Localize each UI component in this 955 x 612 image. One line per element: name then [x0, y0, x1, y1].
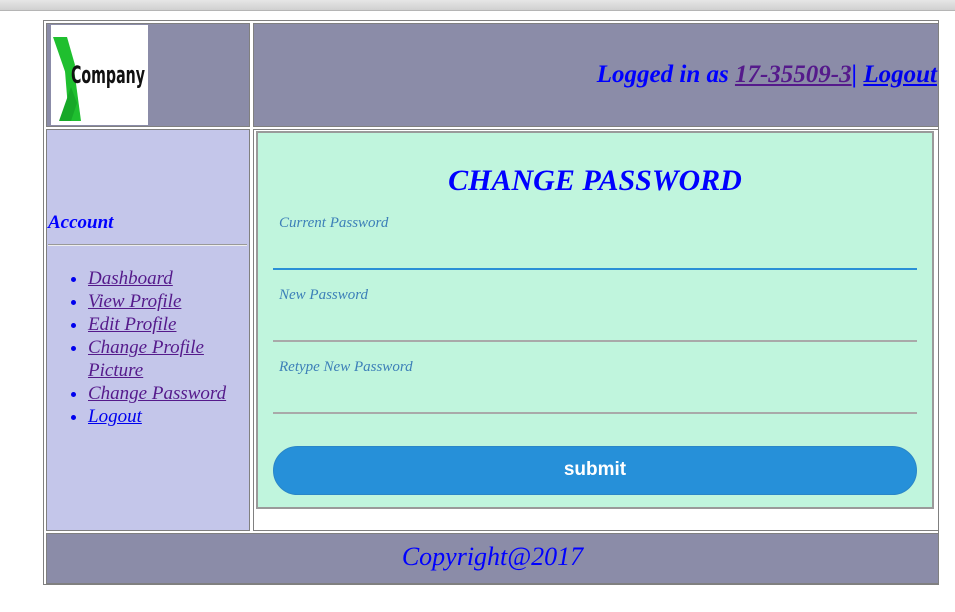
company-logo: Company: [51, 25, 148, 125]
new-password-label: New Password: [279, 287, 369, 303]
login-status: Logged in as 17-35509-3| Logout: [597, 61, 937, 89]
sidebar-item-edit-profile: Edit Profile: [88, 313, 244, 336]
logo-text: Company: [71, 61, 145, 89]
retype-password-input[interactable]: [273, 382, 917, 412]
sidebar-item-view-profile: View Profile: [88, 290, 244, 313]
sidebar-link-change-picture[interactable]: Change Profile Picture: [88, 337, 204, 381]
sidebar-item-dashboard: Dashboard: [88, 267, 244, 290]
form-title: CHANGE PASSWORD: [448, 164, 742, 197]
sidebar-link-dashboard[interactable]: Dashboard: [88, 268, 173, 289]
new-password-underline: [273, 340, 917, 342]
sidebar-item-logout: Logout: [88, 405, 244, 428]
header-separator: |: [851, 61, 864, 88]
current-password-input[interactable]: [273, 238, 917, 268]
logo-x-icon: Company: [53, 37, 145, 121]
sidebar-item-change-password: Change Password: [88, 382, 244, 405]
copyright-text: Copyright@2017: [401, 542, 584, 571]
user-id-link[interactable]: 17-35509-3: [735, 61, 852, 88]
header-logout-link[interactable]: Logout: [863, 61, 937, 88]
sidebar-divider: [48, 244, 247, 246]
sidebar-link-change-password[interactable]: Change Password: [88, 383, 226, 404]
browser-top-strip: [0, 0, 955, 11]
sidebar-link-view-profile[interactable]: View Profile: [88, 291, 181, 312]
sidebar-link-logout[interactable]: Logout: [88, 406, 142, 427]
retype-password-label: Retype New Password: [279, 359, 413, 375]
sidebar-link-edit-profile[interactable]: Edit Profile: [88, 314, 176, 335]
sidebar-item-change-picture: Change Profile Picture: [88, 336, 244, 382]
sidebar-title: Account: [48, 212, 114, 233]
submit-button[interactable]: submit: [273, 446, 917, 495]
logged-in-prefix: Logged in as: [596, 61, 735, 88]
sidebar-menu: Dashboard View Profile Edit Profile Chan…: [66, 267, 244, 428]
retype-password-underline: [273, 412, 917, 414]
current-password-underline: [273, 268, 917, 270]
new-password-input[interactable]: [273, 310, 917, 340]
current-password-label: Current Password: [279, 215, 389, 231]
